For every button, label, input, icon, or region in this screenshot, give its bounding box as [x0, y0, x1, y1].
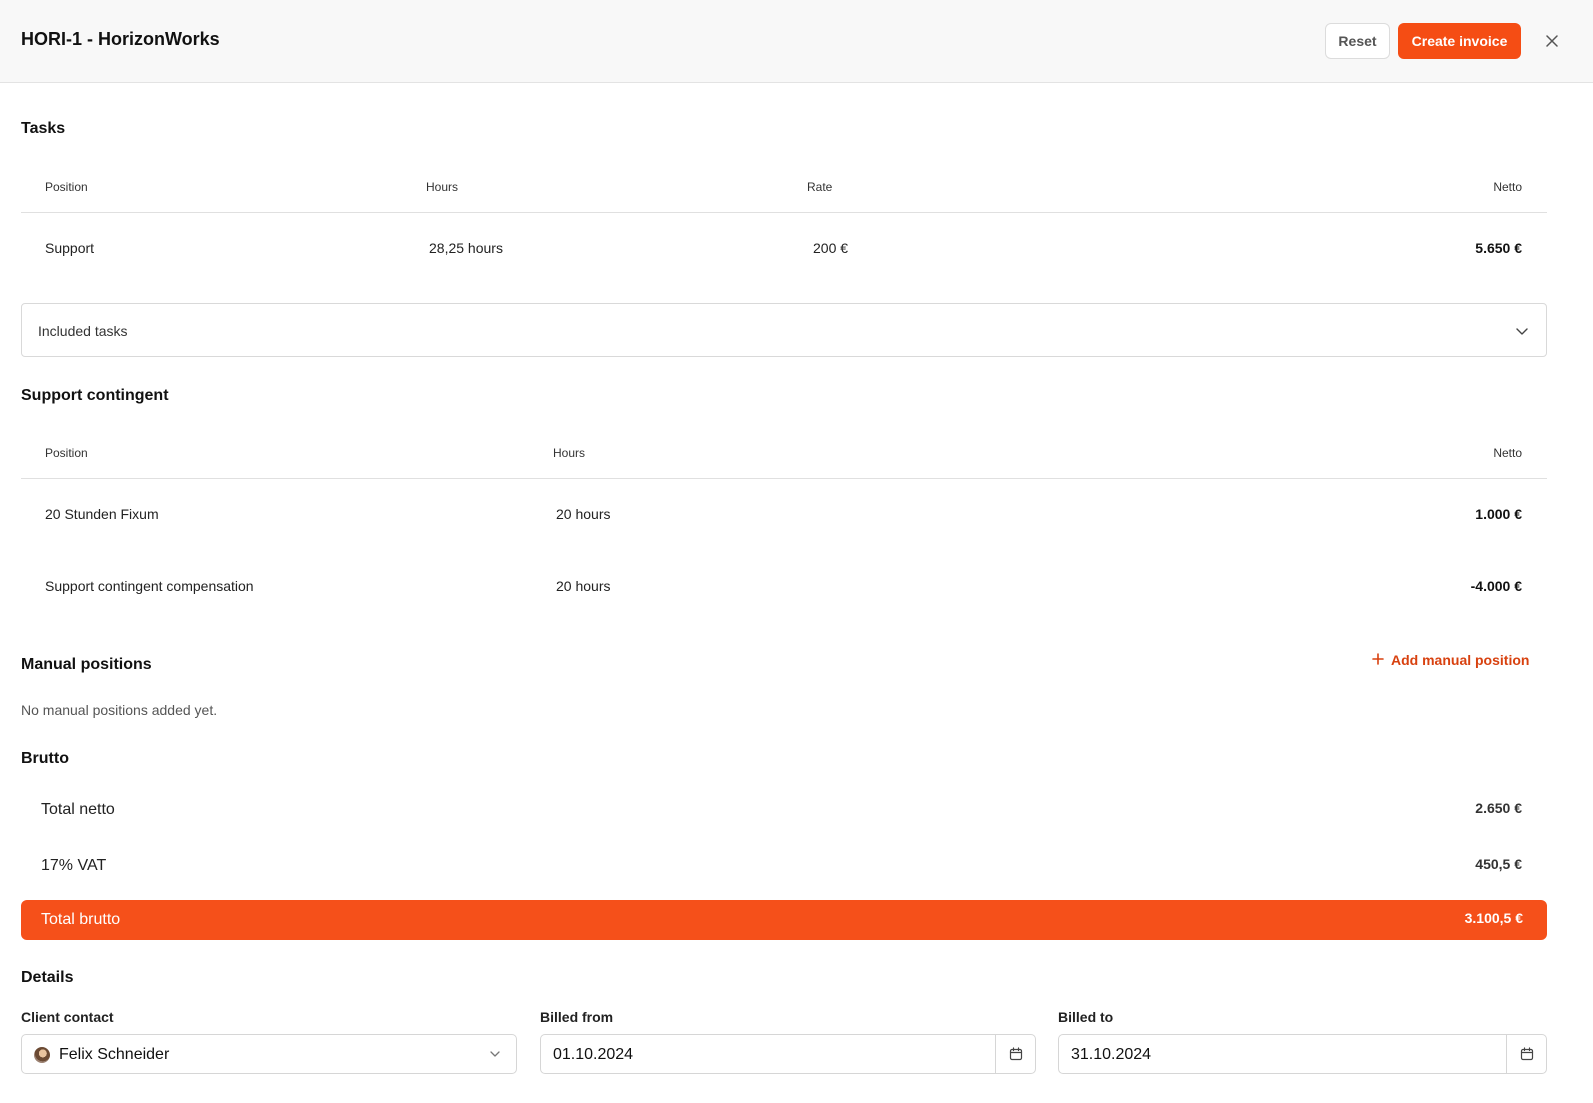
calendar-icon[interactable]: [995, 1035, 1035, 1073]
billed-to-value: 31.10.2024: [1071, 1046, 1152, 1063]
support-netto: -4.000 €: [1470, 578, 1522, 594]
chevron-down-icon: [1514, 323, 1530, 339]
tasks-col-hours: Hours: [426, 180, 459, 194]
vat-label: 17% VAT: [41, 857, 107, 874]
total-brutto-bar: Total brutto 3.100,5 €: [21, 900, 1547, 940]
dialog-header: HORI-1 - HorizonWorks Reset Create invoi…: [0, 0, 1593, 83]
total-netto-value: 2.650 €: [1475, 800, 1522, 816]
details-title: Details: [21, 969, 74, 986]
manual-positions-title: Manual positions: [21, 656, 152, 673]
support-position: Support contingent compensation: [45, 578, 254, 594]
billed-to-field[interactable]: 31.10.2024: [1058, 1034, 1547, 1074]
billed-from-value: 01.10.2024: [553, 1046, 634, 1063]
tasks-col-rate: Rate: [807, 180, 833, 194]
reset-button[interactable]: Reset: [1325, 23, 1390, 59]
chevron-down-icon: [488, 1047, 502, 1066]
dialog-title: HORI-1 - HorizonWorks: [21, 29, 220, 49]
tasks-header-divider: [21, 212, 1547, 213]
support-netto: 1.000 €: [1475, 506, 1522, 522]
brutto-title: Brutto: [21, 750, 69, 767]
task-netto: 5.650 €: [1475, 240, 1522, 256]
support-hours: 20 hours: [556, 506, 611, 522]
total-brutto-value: 3.100,5 €: [1464, 910, 1523, 926]
support-col-hours: Hours: [553, 446, 586, 460]
tasks-col-position: Position: [45, 180, 88, 194]
add-manual-position-button[interactable]: Add manual position: [1372, 652, 1529, 668]
client-contact-value: Felix Schneider: [59, 1046, 170, 1063]
support-hours: 20 hours: [556, 578, 611, 594]
calendar-icon[interactable]: [1506, 1035, 1546, 1073]
task-rate: 200 €: [813, 240, 849, 256]
billed-to-label: Billed to: [1058, 1009, 1114, 1025]
task-position: Support: [45, 240, 95, 256]
included-tasks-accordion[interactable]: Included tasks: [21, 303, 1547, 357]
client-contact-label: Client contact: [21, 1009, 114, 1025]
tasks-title: Tasks: [21, 120, 66, 137]
vat-value: 450,5 €: [1475, 856, 1522, 872]
total-brutto-label: Total brutto: [41, 911, 121, 928]
avatar: [34, 1047, 50, 1063]
tasks-col-netto: Netto: [1493, 180, 1522, 194]
add-manual-position-label: Add manual position: [1391, 652, 1530, 668]
support-header-divider: [21, 478, 1547, 479]
included-tasks-label: Included tasks: [38, 323, 128, 339]
task-hours: 28,25 hours: [429, 240, 503, 256]
support-col-netto: Netto: [1493, 446, 1522, 460]
client-contact-select[interactable]: Felix Schneider: [21, 1034, 517, 1074]
close-icon[interactable]: [1540, 29, 1564, 53]
create-invoice-button[interactable]: Create invoice: [1398, 23, 1521, 59]
support-position: 20 Stunden Fixum: [45, 506, 159, 522]
support-col-position: Position: [45, 446, 88, 460]
billed-from-field[interactable]: 01.10.2024: [540, 1034, 1036, 1074]
billed-from-label: Billed from: [540, 1009, 614, 1025]
support-contingent-title: Support contingent: [21, 387, 169, 404]
plus-icon: [1372, 652, 1384, 668]
total-netto-label: Total netto: [41, 801, 115, 818]
manual-empty-note: No manual positions added yet.: [21, 702, 218, 718]
